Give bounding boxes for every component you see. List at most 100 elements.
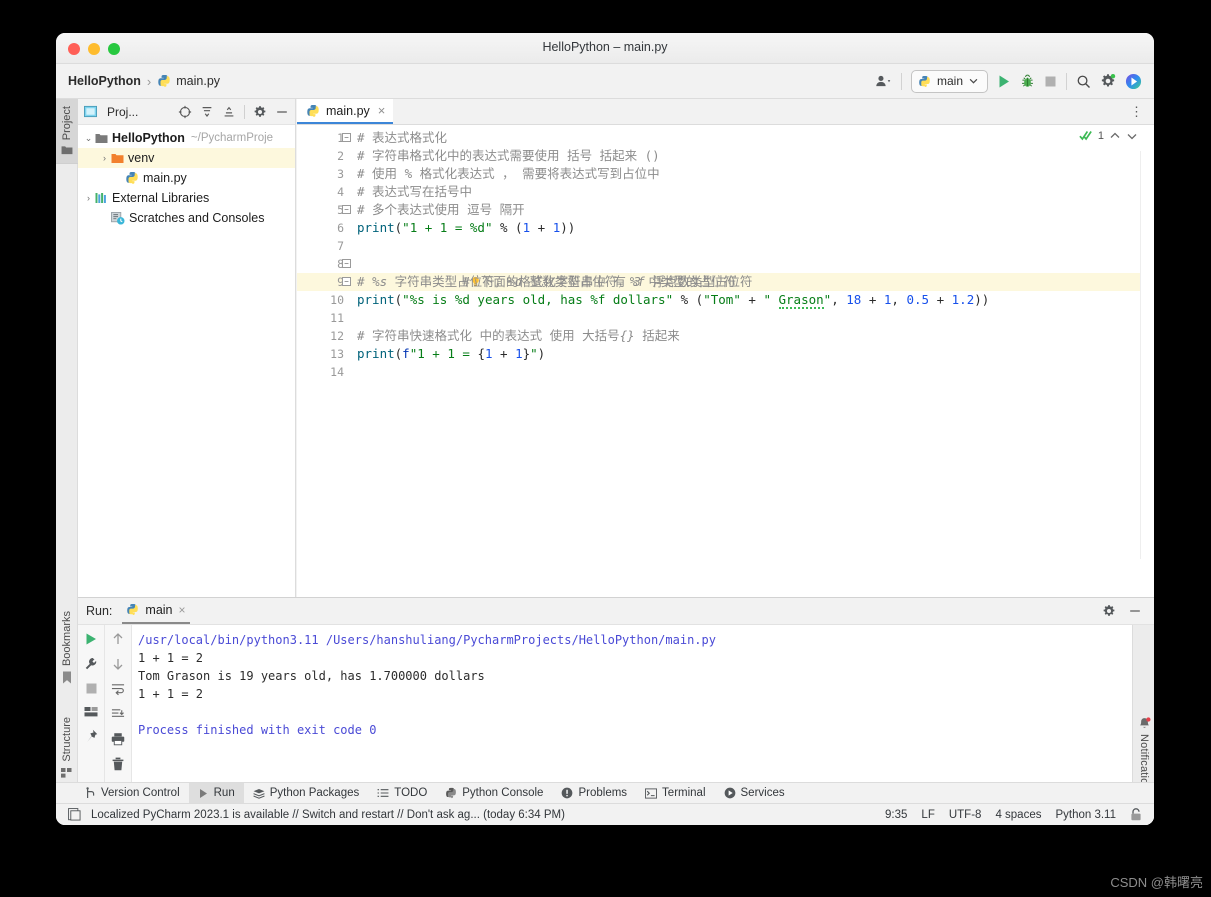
pycharm-window: HelloPython – main.py HelloPython › main…	[56, 33, 1154, 825]
indent-setting[interactable]: 4 spaces	[995, 809, 1041, 821]
run-panel-header: Run: main ×	[78, 598, 1154, 625]
tree-node-hellopython[interactable]: ⌄ HelloPython ~/PycharmProje	[78, 128, 295, 148]
interpreter-selector[interactable]: Python 3.11	[1055, 809, 1116, 821]
tree-label: External Libraries	[112, 191, 210, 205]
run-tab-label: main	[145, 602, 173, 617]
bug-icon	[1022, 74, 1033, 87]
run-tab-main[interactable]: main ×	[122, 599, 190, 624]
tool-tab-todo[interactable]: TODO	[368, 783, 436, 804]
arrow-up-icon[interactable]	[111, 632, 125, 646]
bell-icon	[1139, 717, 1151, 728]
close-icon[interactable]: ×	[378, 103, 386, 118]
status-message[interactable]: Localized PyCharm 2023.1 is available //…	[91, 809, 565, 821]
bookmark-icon	[63, 671, 71, 684]
file-encoding[interactable]: UTF-8	[949, 809, 982, 821]
chevron-right-icon[interactable]: ›	[98, 153, 111, 163]
account-icon[interactable]	[875, 74, 892, 88]
panel-divider	[244, 104, 245, 119]
terminal-icon	[645, 787, 658, 799]
debug-button[interactable]	[1020, 74, 1035, 89]
caret-position[interactable]: 9:35	[885, 809, 907, 821]
stop-button[interactable]	[1044, 75, 1057, 88]
editor-options-icon[interactable]: ⋮	[1120, 99, 1154, 124]
fold-marker[interactable]: −	[342, 205, 351, 214]
chevron-down-icon[interactable]: ⌄	[82, 133, 95, 144]
arrow-down-icon[interactable]	[111, 657, 125, 671]
inspection-widget[interactable]: 1	[1079, 129, 1138, 142]
gear-icon[interactable]	[1102, 604, 1116, 618]
code-span: # 表达式写在括号中	[357, 184, 473, 199]
expand-all-icon[interactable]	[200, 105, 214, 119]
layout-icon[interactable]	[84, 706, 98, 718]
close-icon[interactable]: ×	[179, 603, 186, 617]
code-line: print(f"1 + 1 = {1 + 1}")	[357, 346, 546, 361]
chevron-up-icon[interactable]	[1109, 131, 1121, 141]
line-separator[interactable]: LF	[921, 809, 934, 821]
python-file-icon	[126, 172, 138, 184]
ai-assistant-button[interactable]	[1125, 73, 1142, 90]
tool-tab-terminal[interactable]: Terminal	[636, 783, 714, 804]
breadcrumb: HelloPython › main.py	[56, 74, 220, 89]
rerun-icon[interactable]	[84, 632, 98, 646]
sidebar-item-structure[interactable]: Structure	[56, 713, 78, 779]
breadcrumb-file[interactable]: main.py	[157, 74, 220, 88]
fold-marker[interactable]: −	[342, 133, 351, 142]
breadcrumb-project[interactable]: HelloPython	[68, 74, 141, 88]
hide-panel-icon[interactable]	[275, 105, 289, 119]
run-panel-actions	[1102, 604, 1148, 618]
sidebar-item-bookmarks[interactable]: Bookmarks	[56, 607, 78, 684]
line-number-gutter: 1 2 3 4 5 6 7 8 9 10 11 12 13 14 − − − −	[297, 125, 351, 559]
status-bar-right: 9:35 LF UTF-8 4 spaces Python 3.11	[885, 808, 1154, 821]
soft-wrap-icon[interactable]	[111, 682, 125, 696]
run-button[interactable]	[997, 74, 1011, 89]
rail-label-project: Project	[61, 106, 73, 141]
tool-tab-services[interactable]: Services	[715, 783, 794, 804]
project-widget-icon[interactable]	[68, 808, 81, 821]
run-configuration-selector[interactable]: main	[910, 69, 988, 93]
bottom-tool-tabs: Version Control Run Python Packages TODO…	[56, 782, 1154, 804]
tool-tab-label: Python Console	[462, 787, 544, 799]
tool-tab-version-control[interactable]: Version Control	[76, 783, 189, 804]
console-line: 1 + 1 = 2	[138, 651, 204, 665]
wrench-icon[interactable]	[84, 657, 98, 671]
account-glyph	[876, 75, 891, 87]
tool-tab-python-console[interactable]: Python Console	[436, 783, 552, 804]
line-number: 10	[330, 293, 344, 307]
print-icon[interactable]	[111, 732, 125, 746]
tree-node-mainpy[interactable]: main.py	[78, 168, 295, 188]
chevron-right-icon[interactable]: ›	[82, 193, 95, 203]
tool-tab-problems[interactable]: Problems	[552, 783, 636, 804]
lock-icon[interactable]	[1130, 808, 1142, 821]
minimize-icon[interactable]	[1128, 604, 1142, 618]
locate-icon[interactable]	[178, 105, 192, 119]
code-text[interactable]: # 表达式格式化 # 字符串格式化中的表达式需要使用 括号 括起来 () # 使…	[351, 125, 1154, 559]
line-number: 4	[337, 185, 344, 199]
watermark: CSDN @韩曙亮	[1110, 875, 1203, 890]
settings-button[interactable]	[1100, 73, 1116, 89]
fold-marker[interactable]: −	[342, 259, 351, 268]
tree-label: Scratches and Consoles	[129, 211, 265, 225]
tool-tab-label: Services	[740, 787, 785, 799]
stop-icon[interactable]	[85, 682, 98, 695]
editor-scroll-gutter[interactable]	[1140, 151, 1154, 559]
fold-marker[interactable]: −	[342, 277, 351, 286]
tree-node-external-libraries[interactable]: › External Libraries	[78, 188, 295, 208]
gear-icon[interactable]	[253, 105, 267, 119]
assistant-icon	[1125, 73, 1142, 89]
search-button[interactable]	[1076, 74, 1091, 89]
tree-path: ~/PycharmProje	[190, 132, 274, 144]
pin-icon[interactable]	[84, 729, 98, 743]
tool-tab-python-packages[interactable]: Python Packages	[244, 783, 369, 804]
tree-node-scratches[interactable]: Scratches and Consoles	[78, 208, 295, 228]
collapse-all-icon[interactable]	[222, 105, 236, 119]
scroll-end-icon[interactable]	[111, 707, 125, 721]
tool-tab-run[interactable]: Run	[188, 782, 244, 804]
tree-node-venv[interactable]: › venv	[78, 148, 295, 168]
code-editor[interactable]: 1 2 3 4 5 6 7 8 9 10 11 12 13 14 − − − −…	[297, 125, 1154, 559]
trash-icon[interactable]	[111, 757, 125, 771]
tool-tab-label: Run	[213, 787, 235, 799]
sidebar-item-project[interactable]: Project	[56, 99, 78, 165]
chevron-down-icon[interactable]	[1126, 131, 1138, 141]
editor-tab-mainpy[interactable]: main.py ×	[297, 99, 394, 124]
